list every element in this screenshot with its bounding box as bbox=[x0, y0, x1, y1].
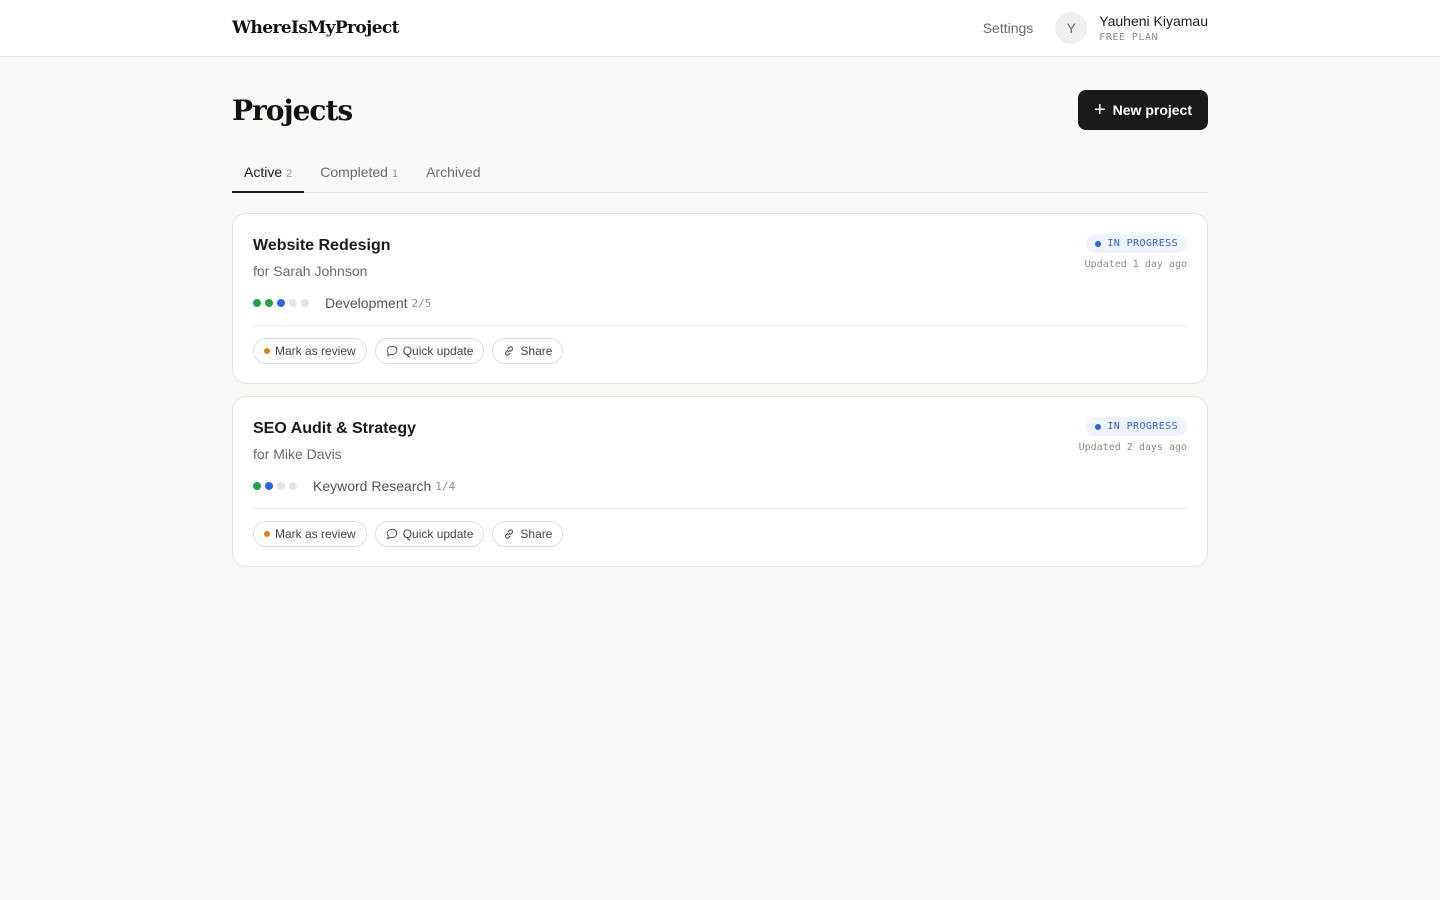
link-icon bbox=[505, 529, 514, 539]
project-client: for Sarah Johnson bbox=[253, 263, 368, 279]
status-label: IN PROGRESS bbox=[1107, 421, 1178, 432]
quick-update-button[interactable]: Quick update bbox=[374, 338, 485, 364]
quick-update-label: Quick update bbox=[402, 344, 474, 358]
stage-name: Development bbox=[325, 295, 408, 311]
card-divider bbox=[253, 508, 1187, 509]
stage-dots bbox=[253, 482, 301, 490]
stage-dot-done bbox=[265, 299, 273, 307]
tab-archived[interactable]: Archived bbox=[414, 164, 492, 192]
project-tabs: Active 2 Completed 1 Archived bbox=[232, 151, 1208, 193]
tab-count: 1 bbox=[391, 168, 399, 180]
project-title[interactable]: SEO Audit & Strategy bbox=[253, 420, 416, 438]
app-logo[interactable]: WhereIsMyProject bbox=[232, 18, 400, 38]
quick-update-button[interactable]: Quick update bbox=[374, 521, 485, 547]
stage-dot-pending bbox=[277, 482, 285, 490]
stage-dot-done bbox=[253, 299, 261, 307]
user-plan: FREE PLAN bbox=[1099, 32, 1158, 43]
stage-dot-pending bbox=[301, 299, 309, 307]
review-dot-icon bbox=[264, 531, 270, 537]
tab-count: 2 bbox=[286, 168, 293, 180]
new-project-label: New project bbox=[1112, 102, 1193, 118]
project-card[interactable]: Website Redesign for Sarah Johnson IN PR… bbox=[232, 213, 1208, 384]
stage-dot-current bbox=[265, 482, 273, 490]
updated-time: Updated 1 day ago bbox=[1084, 259, 1187, 270]
project-card[interactable]: SEO Audit & Strategy for Mike Davis IN P… bbox=[232, 396, 1208, 567]
status-label: IN PROGRESS bbox=[1107, 238, 1178, 249]
card-actions: Mark as review Quick update Share bbox=[253, 338, 1187, 364]
share-button[interactable]: Share bbox=[492, 338, 564, 364]
status-badge: IN PROGRESS bbox=[1086, 234, 1187, 253]
mark-review-label: Mark as review bbox=[275, 527, 356, 541]
mark-review-button[interactable]: Mark as review bbox=[253, 521, 367, 547]
stage-count: 1/4 bbox=[435, 479, 456, 493]
user-info[interactable]: Yauheni Kiyamau FREE PLAN bbox=[1099, 13, 1208, 43]
tab-label: Active bbox=[244, 164, 283, 180]
share-button[interactable]: Share bbox=[492, 521, 564, 547]
stage-dot-pending bbox=[289, 482, 297, 490]
card-actions: Mark as review Quick update Share bbox=[253, 521, 1187, 547]
chat-bubble-icon bbox=[386, 528, 397, 540]
link-icon bbox=[505, 346, 514, 356]
avatar[interactable]: Y bbox=[1055, 12, 1088, 44]
stage-progress: Development 2/5 bbox=[253, 295, 1187, 311]
tab-label: Completed bbox=[320, 164, 388, 180]
stage-progress: Keyword Research 1/4 bbox=[253, 478, 1187, 494]
tab-completed[interactable]: Completed 1 bbox=[308, 164, 410, 192]
main-content: Projects + New project Active 2 Completed… bbox=[232, 90, 1208, 567]
project-client: for Mike Davis bbox=[253, 446, 342, 462]
stage-dots bbox=[253, 299, 313, 307]
stage-dot-current bbox=[277, 299, 285, 307]
tab-active[interactable]: Active 2 bbox=[232, 164, 305, 193]
share-label: Share bbox=[520, 344, 553, 358]
settings-link[interactable]: Settings bbox=[983, 20, 1034, 36]
quick-update-label: Quick update bbox=[402, 527, 474, 541]
top-bar: WhereIsMyProject Settings Y Yauheni Kiya… bbox=[0, 0, 1440, 57]
mark-review-label: Mark as review bbox=[275, 344, 356, 358]
project-title[interactable]: Website Redesign bbox=[253, 237, 391, 255]
stage-count: 2/5 bbox=[411, 296, 432, 310]
project-list: Website Redesign for Sarah Johnson IN PR… bbox=[232, 213, 1208, 567]
tab-label: Archived bbox=[426, 164, 481, 180]
stage-dot-pending bbox=[289, 299, 297, 307]
mark-review-button[interactable]: Mark as review bbox=[253, 338, 367, 364]
status-dot-icon bbox=[1095, 423, 1102, 430]
chat-bubble-icon bbox=[386, 345, 397, 357]
plus-icon: + bbox=[1093, 99, 1106, 121]
card-divider bbox=[253, 325, 1187, 326]
new-project-button[interactable]: + New project bbox=[1078, 90, 1208, 130]
updated-time: Updated 2 days ago bbox=[1078, 442, 1187, 453]
user-name: Yauheni Kiyamau bbox=[1099, 13, 1208, 29]
review-dot-icon bbox=[264, 348, 270, 354]
stage-dot-done bbox=[253, 482, 261, 490]
page-title: Projects bbox=[232, 93, 353, 127]
stage-name: Keyword Research bbox=[313, 478, 432, 494]
status-dot-icon bbox=[1095, 240, 1102, 247]
status-badge: IN PROGRESS bbox=[1086, 417, 1187, 436]
share-label: Share bbox=[520, 527, 553, 541]
